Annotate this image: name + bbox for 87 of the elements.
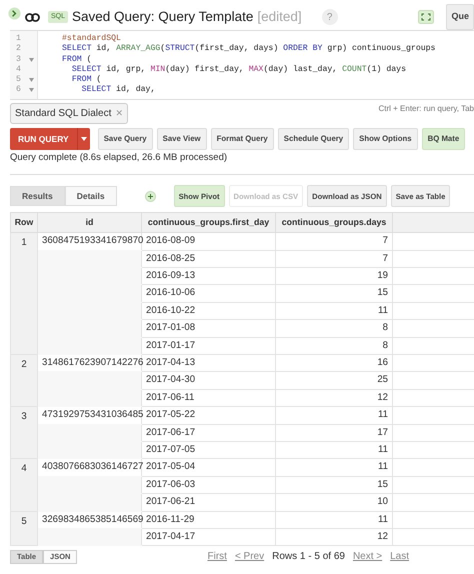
table-cell: 10 [276,494,392,511]
table-cell: 16 [276,354,392,372]
code-line: SELECT id, day, [80,85,156,96]
table-cell: 2017-07-05 [142,441,276,459]
table-cell: 2017-05-04 [142,458,276,476]
shortcut-hint: Ctrl + Enter: run query, Tab [378,103,474,115]
table-cell: 2017-06-21 [142,494,276,511]
table-cell: 2016-08-25 [142,250,276,268]
result-tab[interactable]: Details [64,186,117,206]
table-cell: 15 [276,476,392,494]
row-number: 1 [10,232,38,354]
table-cell: 2017-04-17 [142,528,276,546]
pager-link[interactable]: First [207,549,227,564]
table-cell: 3148617623907142276 [38,354,142,372]
column-header: Row [10,212,38,233]
row-number: 4 [10,458,38,511]
line-number: 5 [16,75,21,86]
table-cell: 11 [276,511,392,528]
edited-label: [edited] [257,8,302,26]
fold-toggle-icon[interactable] [29,58,34,62]
table-cell: 8 [276,337,392,354]
table-cell: 2016-09-13 [142,268,276,285]
code-line: FROM ( [62,54,92,65]
pager-link[interactable]: Next > [352,549,382,564]
table-cell: 2016-10-06 [142,284,276,302]
pager-link[interactable]: < Prev [234,549,264,564]
table-cell: 25 [276,372,392,390]
line-number: 6 [16,85,21,96]
query-title: Saved Query: Query Template [72,8,254,26]
table-cell: 4731929753431036485 [38,406,142,424]
dialect-chip[interactable]: Standard SQL Dialect ✕ [10,103,128,124]
line-number: 2 [16,44,21,55]
table-cell: 2017-04-13 [142,354,276,372]
table-cell: 15 [276,284,392,302]
table-cell: 2017-06-11 [142,389,276,407]
column-header: continuous_groups.first_day [142,212,276,233]
run-query-button[interactable]: RUN QUERY [10,128,77,150]
table-cell: 11 [276,458,392,476]
code-line: FROM ( [70,75,102,86]
table-cell: 2016-08-09 [142,232,276,250]
code-line: #standardSQL [62,34,122,44]
dialect-label: Standard SQL Dialect [15,107,112,121]
table-cell: 11 [276,441,392,459]
table-cell: 11 [276,406,392,424]
pager-link[interactable]: Last [390,549,410,564]
table-cell: 2017-06-17 [142,424,276,442]
query-button[interactable]: Que [446,4,474,30]
table-cell: 19 [276,268,392,285]
table-cell: 11 [276,302,392,320]
column-header: id [38,212,142,233]
table-cell: 7 [276,232,392,250]
row-number: 3 [10,406,38,459]
table-cell: 3269834865385146569 [38,511,142,528]
table-cell: 2017-05-22 [142,406,276,424]
table-cell: 2017-01-17 [142,337,276,354]
table-cell: 7 [276,250,392,268]
caret-icon [80,137,87,141]
table-cell: 2016-10-22 [142,302,276,320]
line-number: 3 [16,54,21,65]
table-cell: 12 [276,528,392,546]
table-cell: 2017-04-30 [142,372,276,390]
fullscreen-icon[interactable] [418,10,434,24]
code-editor[interactable]: 1 2 3 4 5 6 #standardSQL SELECT id, ARRAY_AGG(STRUCT(first_day, days) ORDER BY grp) continuous_groups FROM ( SELECT id, grp, MIN(day) first_day, MAX(day) last_day, COUNT(1) days FROM ( SELECT id, day, [10,30,474,100]
table-cell: 17 [276,424,392,442]
table-cell: 3608475193341679870 [38,232,142,250]
code-line: SELECT id, ARRAY_AGG(STRUCT(first_day, days) ORDER BY grp) continuous_groups [62,44,436,55]
result-tab[interactable]: Results [10,186,65,206]
status-text: Query complete (8.6s elapsed, 26.6 MB processed) [10,151,228,165]
line-number: 1 [16,34,21,44]
expand-icon[interactable] [8,6,21,20]
row-range: Rows 1 - 5 of 69 [272,550,345,564]
dropdown-button[interactable] [76,128,90,150]
column-header: continuous_groups.days [276,212,392,233]
fold-toggle-icon[interactable] [29,78,34,82]
row-number: 2 [10,354,38,407]
add-icon[interactable] [144,190,156,202]
table-cell: 8 [276,320,392,338]
code-line: SELECT id, grp, MIN(day) first_day, MAX(day) last_day, COUNT(1) days [70,64,407,75]
table-cell: 2017-01-08 [142,320,276,338]
link-icon[interactable] [25,12,40,22]
fold-toggle-icon[interactable] [29,88,34,92]
table-cell: 12 [276,389,392,407]
table-cell: 2017-06-03 [142,476,276,494]
row-number: 5 [10,511,38,546]
table-cell: 4038076683036146727 [38,458,142,476]
table-cell: 2016-11-29 [142,511,276,528]
line-number: 4 [16,64,21,76]
